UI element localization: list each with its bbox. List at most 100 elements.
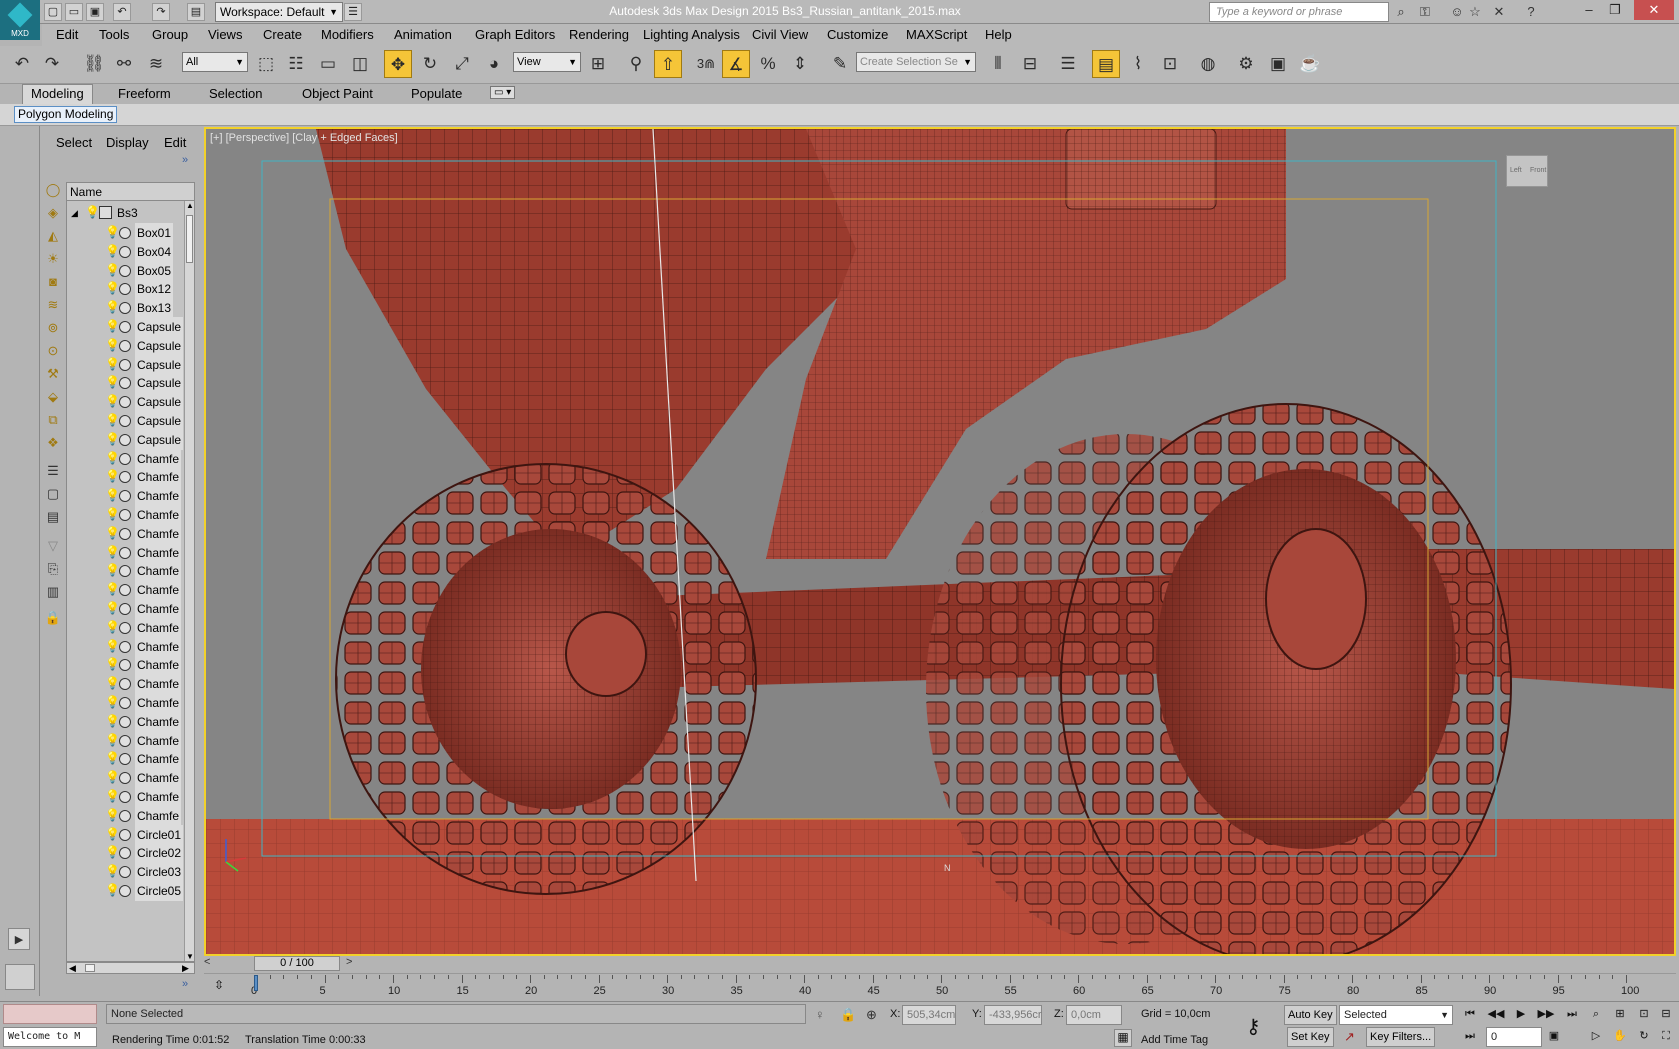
zoom-extents-all-icon[interactable]: ⊟	[1656, 1005, 1676, 1023]
time-slider-next-icon[interactable]: >	[346, 956, 352, 968]
material-editor-icon[interactable]: ◍	[1194, 50, 1222, 78]
rendered-frame-window-icon[interactable]: ▣	[1264, 50, 1292, 78]
light-bulb-icon[interactable]: 💡	[105, 245, 120, 257]
menu-graph-editors[interactable]: Graph Editors	[475, 27, 555, 42]
list-item[interactable]: 💡 Circle01	[67, 824, 184, 845]
menu-customize[interactable]: Customize	[827, 27, 888, 42]
select-and-place-icon[interactable]: ◕	[480, 50, 508, 78]
polygon-modeling-panel-button[interactable]: Polygon Modeling	[14, 106, 118, 123]
redo-icon[interactable]: ↷	[38, 50, 66, 78]
list-item[interactable]: 💡 Box01	[67, 223, 183, 243]
minimize-window-button[interactable]: –	[1576, 0, 1602, 20]
object-visibility-icon[interactable]	[119, 753, 131, 766]
restore-window-button[interactable]: ❐	[1602, 0, 1628, 20]
menu-tools[interactable]: Tools	[99, 27, 129, 42]
light-bulb-icon[interactable]: 💡	[105, 602, 120, 614]
explorer-menu-display[interactable]: Display	[106, 135, 149, 150]
perspective-viewport[interactable]: [+] [Perspective] [Clay + Edged Faces] L…	[204, 127, 1676, 956]
select-manipulate-icon[interactable]: ⚲	[622, 50, 650, 78]
object-visibility-icon[interactable]	[119, 415, 131, 427]
favorites-star-icon[interactable]: ☆	[1466, 3, 1484, 21]
bind-to-space-warp-icon[interactable]: ≋	[142, 50, 170, 78]
previous-frame-icon[interactable]: ◀◀	[1486, 1005, 1506, 1023]
key-filters-button[interactable]: Key Filters...	[1366, 1027, 1436, 1047]
list-item[interactable]: 💡 Capsule	[67, 335, 184, 356]
time-slider-prev-icon[interactable]: <	[204, 956, 210, 968]
light-bulb-icon[interactable]: 💡	[105, 282, 120, 294]
unlink-selection-icon[interactable]: ⚯	[110, 50, 138, 78]
key-mode-toggle-icon[interactable]: ⏭	[1460, 1027, 1480, 1045]
close-window-button[interactable]: ✕	[1634, 0, 1674, 20]
lock-cell-editing-icon[interactable]: 🔒	[43, 608, 63, 628]
object-visibility-icon[interactable]	[119, 396, 131, 409]
select-and-scale-icon[interactable]: ⤢	[448, 50, 476, 78]
object-visibility-icon[interactable]	[119, 885, 131, 897]
list-item[interactable]: 💡 Circle03	[67, 862, 184, 883]
object-visibility-icon[interactable]	[119, 734, 131, 747]
display-bone-objects-icon[interactable]: ⚒	[43, 364, 63, 384]
light-bulb-icon[interactable]: 💡	[105, 489, 120, 501]
tree-root-row[interactable]: ◢ 💡 Bs3	[67, 203, 183, 223]
light-bulb-icon[interactable]: 💡	[85, 206, 100, 218]
list-item[interactable]: 💡 Capsule	[67, 354, 184, 375]
scrollbar-thumb[interactable]	[186, 215, 193, 263]
named-selection-sets-dropdown[interactable]: Create Selection Se ▼	[856, 52, 976, 72]
workspace-options-icon[interactable]: ☰	[344, 3, 362, 21]
time-slider[interactable]: < 0 / 100 >	[204, 956, 1676, 972]
light-bulb-icon[interactable]: 💡	[105, 564, 120, 576]
display-lights-icon[interactable]: ☀	[43, 249, 63, 269]
list-item[interactable]: 💡 Capsule	[67, 411, 184, 431]
object-visibility-icon[interactable]	[119, 584, 131, 597]
list-item[interactable]: 💡 Box12	[67, 279, 183, 300]
zoom-extents-icon[interactable]: ⊡	[1634, 1005, 1654, 1023]
list-item[interactable]: 💡 Chamfe	[67, 599, 183, 619]
list-item[interactable]: 💡 Chamfe	[67, 768, 183, 789]
object-visibility-icon[interactable]	[119, 847, 131, 860]
filter-funnel-icon[interactable]: ▽	[43, 536, 63, 556]
display-cameras-icon[interactable]: ◙	[43, 272, 63, 292]
object-visibility-icon[interactable]	[119, 339, 131, 352]
window-crossing-icon[interactable]: ◫	[346, 50, 374, 78]
list-item[interactable]: 💡 Capsule	[67, 429, 184, 450]
object-visibility-icon[interactable]	[119, 471, 131, 484]
time-configuration-icon[interactable]: ▣	[1544, 1027, 1564, 1045]
object-visibility-icon[interactable]	[119, 302, 131, 315]
display-dependents-icon[interactable]: ▤	[43, 507, 63, 527]
object-visibility-icon[interactable]	[119, 697, 131, 709]
name-column-header[interactable]: Name	[67, 183, 194, 201]
light-bulb-icon[interactable]: 💡	[105, 696, 120, 708]
percent-snap-icon[interactable]: %	[754, 50, 782, 78]
hscroll-thumb[interactable]	[85, 964, 95, 972]
display-frozen-icon[interactable]: ❖	[43, 433, 63, 453]
set-key-icon[interactable]: ⚷	[1246, 1014, 1261, 1039]
play-animation-icon[interactable]: ▶	[1511, 1005, 1531, 1023]
light-bulb-icon[interactable]: 💡	[105, 771, 120, 783]
y-coordinate-field[interactable]: -433,956cr	[984, 1005, 1042, 1025]
object-visibility-icon[interactable]	[119, 809, 131, 822]
list-item[interactable]: 💡 Circle05	[67, 881, 184, 901]
tree-horizontal-scrollbar[interactable]: ◀ ▶	[66, 962, 195, 974]
display-shapes-icon[interactable]: ◭	[43, 226, 63, 246]
object-visibility-icon[interactable]	[119, 791, 131, 803]
list-item[interactable]: 💡 Box05	[67, 260, 183, 281]
light-bulb-icon[interactable]: 💡	[105, 264, 120, 276]
set-key-button[interactable]: Set Key	[1287, 1027, 1334, 1047]
list-item[interactable]: 💡 Capsule	[67, 392, 184, 413]
object-visibility-icon[interactable]	[119, 358, 131, 371]
field-of-view-icon[interactable]: ▷	[1586, 1027, 1606, 1045]
display-groups-icon[interactable]: ⊙	[43, 341, 63, 361]
next-frame-icon[interactable]: ▶▶	[1536, 1005, 1556, 1023]
edit-named-selection-icon[interactable]: ✎	[826, 50, 854, 78]
display-influences-icon[interactable]: ▢	[43, 484, 63, 504]
pivot-center-icon[interactable]: ⊞	[584, 50, 612, 78]
select-dependents-icon[interactable]: ▥	[43, 582, 63, 602]
light-bulb-icon[interactable]: 💡	[105, 583, 120, 595]
select-and-move-icon[interactable]: ✥	[384, 50, 412, 78]
curve-editor-icon[interactable]: ⌇	[1124, 50, 1152, 78]
go-to-start-icon[interactable]: ⏮	[1460, 1005, 1480, 1023]
keyboard-shortcut-override-icon[interactable]: ⇧	[654, 50, 682, 78]
light-bulb-icon[interactable]: 💡	[105, 395, 120, 407]
ribbon-tab-modeling[interactable]: Modeling	[22, 84, 93, 104]
light-bulb-icon[interactable]: 💡	[105, 790, 120, 802]
key-mode-dropdown[interactable]: Selected ▼	[1339, 1005, 1453, 1025]
